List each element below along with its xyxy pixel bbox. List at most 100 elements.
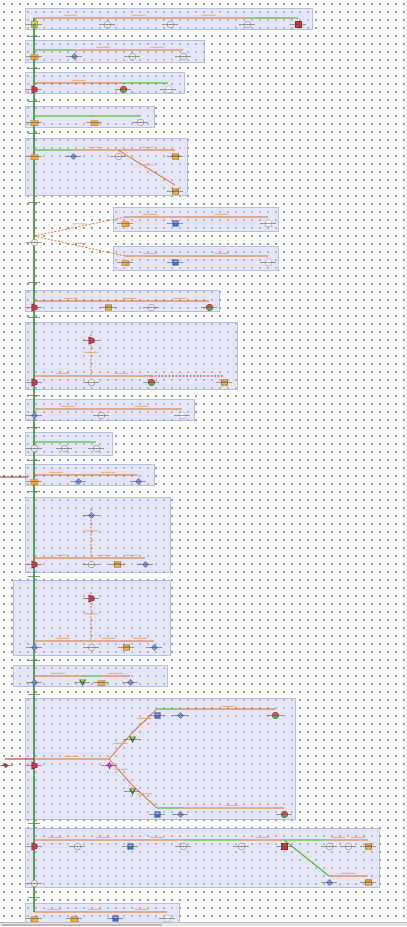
star-node-icon[interactable] (104, 755, 114, 770)
diamond-node-icon[interactable] (176, 705, 185, 719)
cube-node-icon[interactable] (126, 836, 135, 849)
shield-node-icon[interactable] (30, 79, 39, 93)
diamond-node-icon[interactable] (70, 46, 79, 60)
diamond-node-icon[interactable] (30, 405, 39, 419)
folder-node-icon[interactable] (30, 46, 39, 60)
shield-node-icon[interactable] (87, 588, 96, 602)
gear-node-icon[interactable] (92, 438, 101, 452)
scrollbar-thumb[interactable] (2, 923, 162, 926)
ghost-node-icon[interactable] (164, 79, 173, 92)
folder-node-icon[interactable] (30, 908, 39, 922)
folder-node-icon[interactable] (30, 112, 39, 126)
funnel-node-icon[interactable] (78, 672, 87, 686)
box-node-icon[interactable] (364, 836, 373, 849)
cube-node-icon[interactable] (153, 705, 162, 718)
shield-node-icon[interactable] (30, 554, 39, 568)
folder-node-icon[interactable] (97, 672, 106, 686)
diamond-node-icon[interactable] (30, 637, 39, 651)
edge-label-mark (113, 768, 128, 770)
node-caption-mark (56, 447, 72, 449)
funnel-node-icon[interactable] (128, 729, 137, 743)
cube-node-icon[interactable] (111, 908, 120, 921)
ext-left-node-icon[interactable] (1, 755, 10, 768)
shield-node-icon[interactable] (87, 330, 96, 344)
edge-label-mark (48, 836, 63, 838)
box-node-icon[interactable] (220, 372, 229, 385)
gear-node-icon[interactable] (237, 836, 246, 850)
folder-node-icon[interactable] (121, 213, 130, 227)
gear-node-icon[interactable] (136, 112, 145, 126)
diamond-node-icon[interactable] (176, 804, 185, 818)
gear-node-icon[interactable] (97, 405, 106, 419)
box-node-icon[interactable] (171, 146, 180, 159)
shield-node-icon[interactable] (30, 755, 39, 769)
cube-node-icon[interactable] (171, 252, 180, 265)
ghost-node-icon[interactable] (264, 213, 273, 226)
gear-node-icon[interactable] (30, 873, 39, 887)
ball-node-icon[interactable] (119, 79, 128, 93)
diamond-node-icon[interactable] (30, 672, 39, 686)
node-caption-mark (74, 681, 90, 683)
edge-label-mark (139, 146, 154, 148)
folder-node-icon[interactable] (30, 146, 39, 160)
workflow-canvas[interactable] (0, 0, 407, 926)
edge-dashed[interactable] (33, 216, 126, 237)
ball-node-icon[interactable] (280, 804, 289, 818)
gear-node-icon[interactable] (166, 14, 175, 28)
box-node-icon[interactable] (122, 637, 131, 650)
box-node-icon[interactable] (113, 554, 122, 567)
gear-node-icon[interactable] (60, 438, 69, 452)
gear-node-icon[interactable] (179, 836, 188, 850)
node-caption-mark (146, 646, 162, 648)
folder-node-icon[interactable] (70, 908, 79, 922)
node-caption-mark (167, 261, 183, 263)
gear-node-icon[interactable] (147, 297, 156, 311)
gear-node-icon[interactable] (30, 438, 39, 452)
chart-node-icon[interactable] (30, 14, 39, 28)
ball-node-icon[interactable] (147, 372, 156, 386)
node-caption-mark (239, 23, 255, 25)
horizontal-scrollbar[interactable] (0, 922, 407, 926)
gear-node-icon[interactable] (128, 46, 137, 60)
gear-node-icon[interactable] (344, 836, 353, 850)
diamond-node-icon[interactable] (87, 505, 96, 519)
box-node-icon[interactable] (171, 181, 180, 194)
edge-dashed[interactable] (33, 235, 126, 257)
ghost-node-icon[interactable] (163, 908, 172, 921)
box-node-icon[interactable] (104, 297, 113, 310)
gear-node-icon[interactable] (30, 232, 39, 246)
ghost-node-icon[interactable] (178, 405, 187, 418)
gear-node-icon[interactable] (87, 554, 96, 568)
gear-node-icon[interactable] (87, 372, 96, 386)
diamond-node-icon[interactable] (126, 672, 135, 686)
cube-node-icon[interactable] (153, 804, 162, 817)
box-node-icon[interactable] (364, 872, 373, 885)
folder-node-icon[interactable] (90, 112, 99, 126)
diamond-node-icon[interactable] (134, 471, 143, 485)
diamond-node-icon[interactable] (69, 146, 78, 160)
diamond-node-icon[interactable] (325, 872, 334, 886)
diamond-node-icon[interactable] (74, 471, 83, 485)
funnel-node-icon[interactable] (128, 781, 137, 795)
cube-node-icon[interactable] (171, 213, 180, 226)
gear-node-icon[interactable] (103, 14, 112, 28)
gear-node-icon[interactable] (325, 836, 334, 850)
shield-node-icon[interactable] (30, 836, 39, 850)
ball-node-icon[interactable] (205, 297, 214, 311)
gear-node-icon[interactable] (87, 637, 96, 651)
ghost-node-icon[interactable] (264, 252, 273, 265)
folder-node-icon[interactable] (121, 252, 130, 266)
diamond-node-icon[interactable] (150, 637, 159, 651)
folder-node-icon[interactable] (30, 471, 39, 485)
node-caption-mark (321, 881, 337, 883)
diamond-node-icon[interactable] (141, 554, 150, 568)
ball-node-icon[interactable] (271, 705, 280, 719)
stop-node-icon[interactable] (280, 836, 289, 850)
stop-node-icon[interactable] (294, 14, 303, 28)
shield-node-icon[interactable] (30, 297, 39, 311)
gear-node-icon[interactable] (243, 14, 252, 28)
shield-node-icon[interactable] (30, 372, 39, 386)
gear-node-icon[interactable] (73, 836, 82, 850)
gear-node-icon[interactable] (179, 46, 188, 60)
gear-node-icon[interactable] (114, 146, 123, 160)
